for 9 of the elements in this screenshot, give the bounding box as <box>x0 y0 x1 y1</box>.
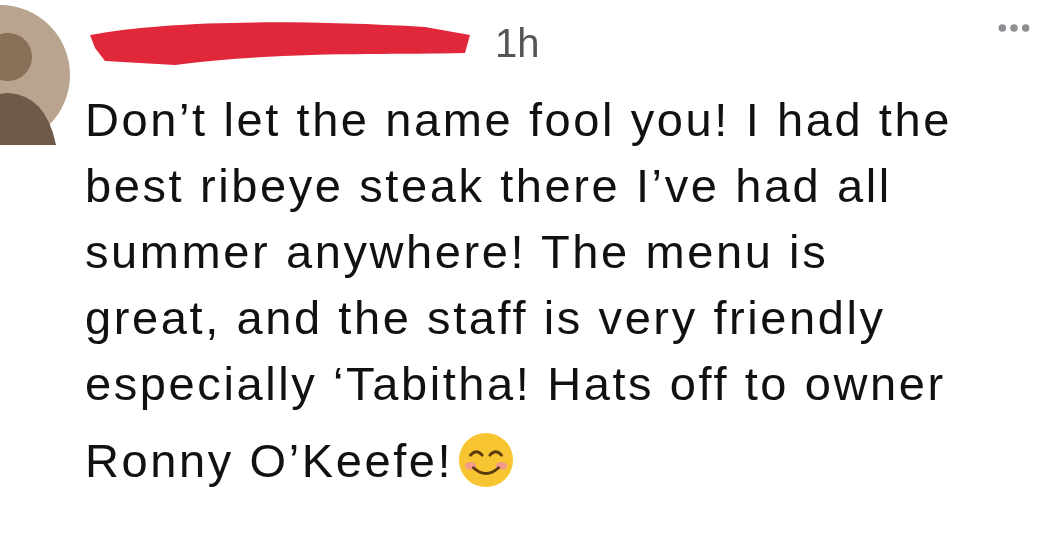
comment-line: best ribeye steak there I’ve had all <box>85 157 892 213</box>
more-icon[interactable] <box>997 23 1031 33</box>
comment-line: Don’t let the name fool you! I had the <box>85 91 952 147</box>
comment-line: great, and the staff is very friendly <box>85 289 886 345</box>
timestamp: 1h <box>495 20 540 66</box>
comment-line: especially ‘Tabitha! Hats off to owner <box>85 355 946 411</box>
comment-line: summer anywhere! The menu is <box>85 223 829 279</box>
smiling-face-icon <box>457 431 516 489</box>
comment-line: Ronny O’Keefe! <box>85 432 454 488</box>
